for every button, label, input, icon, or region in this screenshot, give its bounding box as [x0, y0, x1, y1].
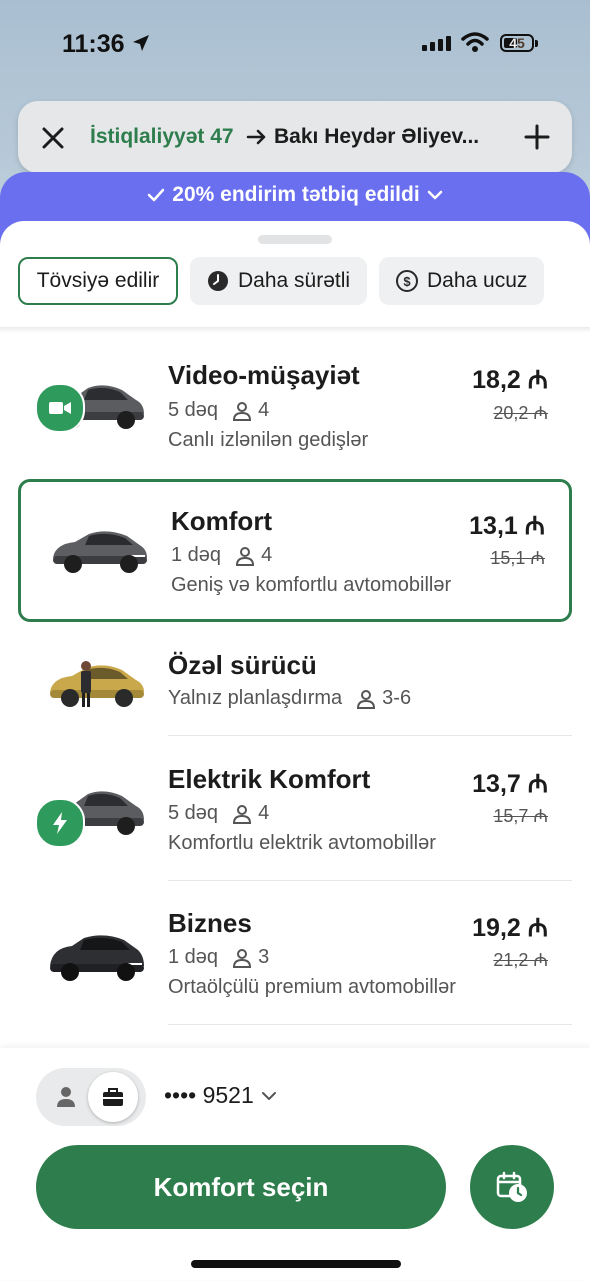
- car-image: [50, 661, 144, 707]
- ride-old-price: 15,7 ₼: [493, 806, 548, 826]
- ride-price: 13,7 ₼: [472, 770, 548, 798]
- status-time: 11:36: [62, 30, 125, 58]
- ride-description: Ortaölçülü premium avtomobillər: [168, 976, 456, 998]
- ride-meta: 1 dəq 3: [168, 946, 269, 969]
- person-icon: [233, 948, 252, 968]
- payment-method-selector[interactable]: •••• 9521: [164, 1082, 278, 1109]
- dollar-coin-icon: $: [396, 270, 418, 292]
- schedule-ride-button[interactable]: [470, 1145, 554, 1229]
- close-icon[interactable]: [40, 125, 66, 151]
- ride-option-electric-komfort[interactable]: Elektrik Komfort 13,7 ₼ 5 dəq 4 15,7 ₼ K…: [18, 750, 572, 880]
- divider: [168, 880, 572, 881]
- ride-meta: 1 dəq 4: [171, 544, 272, 567]
- arrow-right-icon: [246, 129, 266, 145]
- route-destination[interactable]: Bakı Heydər Əliyev...: [274, 125, 479, 149]
- ride-description: Komfortlu elektrik avtomobillər: [168, 832, 436, 854]
- ride-eta: 1 dəq: [168, 946, 219, 968]
- ride-meta: Yalnız planlaşdırma 3-6: [168, 687, 411, 710]
- discount-text: 20% endirim tətbiq edildi: [172, 183, 420, 206]
- account-type-toggle[interactable]: [36, 1068, 146, 1126]
- filter-chips: Tövsiyə edilir Daha sürətli $ Daha ucuz: [0, 257, 590, 329]
- checkmark-icon: [148, 189, 165, 202]
- ride-eta: 1 dəq: [171, 544, 222, 566]
- car-image: [53, 531, 147, 573]
- home-indicator[interactable]: [191, 1260, 401, 1268]
- business-account-option[interactable]: [88, 1072, 138, 1122]
- ride-seats: 4: [258, 802, 270, 824]
- ride-seats: 3: [258, 946, 270, 968]
- payment-card-number: •••• 9521: [164, 1082, 254, 1108]
- wifi-icon: [461, 32, 489, 52]
- status-bar: 11:36 45: [0, 0, 590, 88]
- battery-level: 45: [509, 35, 525, 51]
- ride-price: 19,2 ₼: [472, 914, 548, 942]
- ride-name: Komfort: [171, 506, 273, 536]
- ride-description: Canlı izlənilən gedişlər: [168, 429, 369, 451]
- ride-name: Biznes: [168, 908, 252, 938]
- person-icon: [357, 689, 376, 709]
- briefcase-icon: [103, 1088, 123, 1106]
- car-image: [50, 935, 144, 981]
- add-stop-icon[interactable]: [524, 124, 550, 150]
- svg-text:$: $: [403, 274, 411, 289]
- route-bar[interactable]: İstiqlaliyyət 47 Bakı Heydər Əliyev...: [18, 101, 572, 173]
- ride-seats: 4: [258, 399, 270, 421]
- route-origin[interactable]: İstiqlaliyyət 47: [90, 125, 234, 149]
- filter-recommended[interactable]: Tövsiyə edilir: [18, 257, 178, 305]
- sheet-grabber[interactable]: [258, 235, 332, 244]
- divider: [168, 1024, 572, 1025]
- ride-option-video[interactable]: Video-müşayiət 18,2 ₼ 5 dəq 4 20,2 ₼ Can…: [18, 336, 572, 460]
- ride-price: 13,1 ₼: [469, 512, 545, 540]
- ride-meta: 5 dəq 4: [168, 802, 269, 825]
- battery-icon: 45: [500, 34, 538, 52]
- personal-account-icon[interactable]: [56, 1086, 76, 1108]
- calendar-clock-icon: [496, 1171, 527, 1202]
- ride-name: Özəl sürücü: [168, 650, 317, 680]
- filter-label: Daha ucuz: [427, 269, 528, 292]
- divider: [168, 735, 572, 736]
- ride-meta: 5 dəq 4: [168, 399, 269, 422]
- ride-name: Video-müşayiət: [168, 360, 360, 390]
- filter-label: Daha sürətli: [238, 269, 351, 292]
- ride-price: 18,2 ₼: [472, 366, 548, 394]
- select-ride-button[interactable]: Komfort seçin: [36, 1145, 446, 1229]
- lightning-icon: [35, 798, 85, 848]
- ride-seats: 3-6: [382, 687, 412, 709]
- ride-eta: 5 dəq: [168, 802, 219, 824]
- ride-old-price: 21,2 ₼: [493, 950, 548, 970]
- filter-faster[interactable]: Daha sürətli: [190, 257, 367, 305]
- ride-option-private-driver[interactable]: Özəl sürücü Yalnız planlaşdırma 3-6: [18, 636, 572, 736]
- ride-name: Elektrik Komfort: [168, 764, 371, 794]
- person-icon: [236, 546, 255, 566]
- ride-old-price: 15,1 ₼: [490, 548, 545, 568]
- filter-cheaper[interactable]: $ Daha ucuz: [379, 257, 544, 305]
- cellular-signal-icon: [422, 36, 451, 51]
- clock-icon: [208, 271, 228, 291]
- filter-label: Tövsiyə edilir: [36, 269, 160, 292]
- location-arrow-icon: [133, 35, 149, 51]
- filters-shadow: [0, 327, 590, 333]
- ride-eta: Yalnız planlaşdırma: [168, 687, 343, 709]
- ride-seats: 4: [261, 544, 273, 566]
- ride-option-komfort[interactable]: Komfort 13,1 ₼ 1 dəq 4 15,1 ₼ Geniş və k…: [18, 479, 572, 622]
- ride-option-business[interactable]: Biznes 19,2 ₼ 1 dəq 3 21,2 ₼ Ortaölçülü …: [18, 894, 572, 1024]
- ride-description: Geniş və komfortlu avtomobillər: [171, 574, 452, 596]
- chevron-down-icon: [427, 191, 442, 200]
- person-icon: [233, 401, 252, 421]
- person-icon: [233, 804, 252, 824]
- bottom-panel: •••• 9521 Komfort seçin: [0, 1048, 590, 1280]
- video-camera-icon: [35, 383, 85, 433]
- ride-old-price: 20,2 ₼: [493, 403, 548, 423]
- chevron-down-icon: [261, 1091, 276, 1100]
- ride-eta: 5 dəq: [168, 399, 219, 421]
